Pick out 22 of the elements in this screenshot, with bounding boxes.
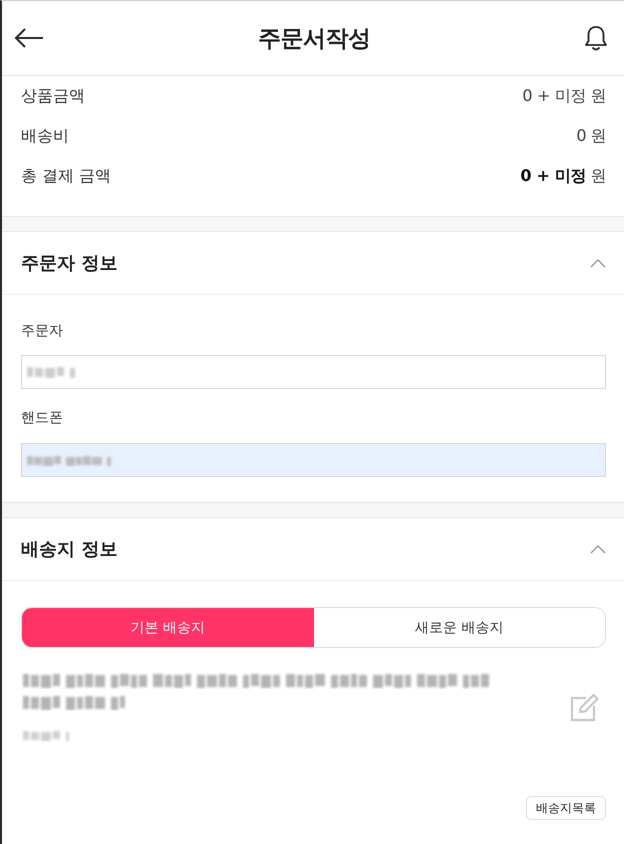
chevron-icon[interactable] (590, 258, 606, 268)
summary-value: 0 + 미정 원 (522, 86, 606, 106)
blurred-text (25, 365, 77, 379)
summary-value: 0 원 (576, 126, 606, 146)
address-tab[interactable]: 기본 배송지 (22, 608, 314, 647)
input-field[interactable] (21, 443, 606, 477)
field-label: 주문자 (21, 322, 63, 341)
blurred-text (21, 729, 71, 742)
bell-icon[interactable] (584, 24, 608, 52)
summary-label: 배송비 (21, 126, 69, 146)
summary-value: 0 + 미정 원 (520, 166, 606, 186)
back-icon[interactable] (14, 27, 44, 49)
summary-label: 상품금액 (21, 86, 85, 106)
edit-icon[interactable] (570, 692, 600, 722)
section-title: 주문자 정보 (21, 252, 118, 275)
input-field[interactable] (21, 355, 606, 389)
page-title: 주문서작성 (258, 24, 370, 54)
section-title: 배송지 정보 (21, 538, 118, 561)
chevron-icon[interactable] (590, 544, 606, 554)
address-list-button[interactable]: 배송지목록 (526, 796, 606, 820)
summary-label: 총 결제 금액 (21, 166, 112, 186)
field-label: 핸드폰 (21, 409, 63, 428)
